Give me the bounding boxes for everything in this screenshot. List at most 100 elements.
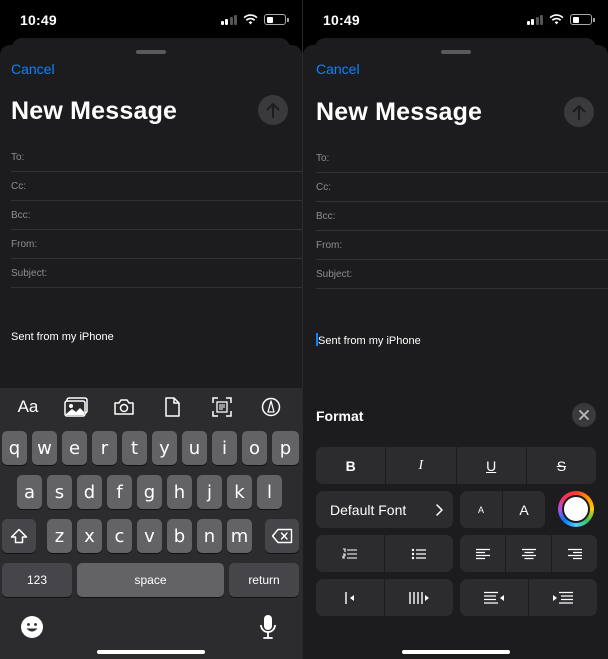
key-q[interactable]: q xyxy=(2,431,27,465)
numbered-list-button[interactable] xyxy=(316,535,385,572)
message-body[interactable]: Sent from my iPhone xyxy=(316,333,421,347)
key-x[interactable]: x xyxy=(77,519,102,553)
key-d[interactable]: d xyxy=(77,475,102,509)
backspace-icon xyxy=(271,528,293,544)
arrow-up-icon xyxy=(572,105,586,120)
message-body[interactable]: Sent from my iPhone xyxy=(11,331,114,343)
outdent-button[interactable] xyxy=(460,579,529,616)
key-n[interactable]: n xyxy=(197,519,222,553)
photo-library-button[interactable] xyxy=(62,395,90,419)
camera-button[interactable] xyxy=(110,395,138,419)
document-button[interactable] xyxy=(158,395,186,419)
send-button[interactable] xyxy=(564,97,594,127)
right-screen: 10:49 Cancel New Message To: Cc: Bcc: Fr… xyxy=(303,0,608,659)
strikethrough-button[interactable]: S xyxy=(527,447,596,484)
text-format-button[interactable]: Aa xyxy=(14,395,42,419)
key-i[interactable]: i xyxy=(212,431,237,465)
key-u[interactable]: u xyxy=(182,431,207,465)
key-r[interactable]: r xyxy=(92,431,117,465)
subject-field[interactable]: Subject: xyxy=(11,259,302,288)
decrease-font-size-button[interactable]: A xyxy=(460,491,503,528)
from-field[interactable]: From: xyxy=(11,230,302,259)
send-button[interactable] xyxy=(258,95,288,125)
increase-font-size-button[interactable]: A xyxy=(503,491,545,528)
status-time: 10:49 xyxy=(20,12,57,28)
from-field[interactable]: From: xyxy=(316,231,608,260)
bold-button[interactable]: B xyxy=(316,447,387,484)
emoji-icon xyxy=(21,616,43,638)
to-field[interactable]: To: xyxy=(316,144,608,173)
close-format-button[interactable] xyxy=(572,403,596,427)
underline-button[interactable]: U xyxy=(457,447,527,484)
key-l[interactable]: l xyxy=(257,475,282,509)
key-p[interactable]: p xyxy=(272,431,299,465)
close-icon xyxy=(579,410,589,420)
outdent-icon xyxy=(484,591,504,604)
key-h[interactable]: h xyxy=(167,475,192,509)
key-g[interactable]: g xyxy=(137,475,162,509)
key-row-2: a s d f g h j k l xyxy=(0,475,302,509)
sheet-grabber[interactable] xyxy=(440,50,471,54)
cc-field[interactable]: Cc: xyxy=(11,172,302,201)
emoji-button[interactable] xyxy=(20,615,44,644)
page-title: New Message xyxy=(11,97,178,125)
home-indicator[interactable] xyxy=(97,650,205,654)
sheet-grabber[interactable] xyxy=(136,50,166,54)
status-bar: 10:49 xyxy=(0,0,302,40)
key-o[interactable]: o xyxy=(242,431,267,465)
key-a[interactable]: a xyxy=(17,475,42,509)
to-field[interactable]: To: xyxy=(11,143,302,172)
microphone-icon xyxy=(260,615,276,639)
indent-icon xyxy=(553,591,573,604)
cc-field[interactable]: Cc: xyxy=(316,173,608,202)
shift-key[interactable] xyxy=(2,519,36,553)
key-y[interactable]: y xyxy=(152,431,177,465)
battery-icon xyxy=(264,14,289,25)
align-left-icon xyxy=(475,548,490,559)
key-t[interactable]: t xyxy=(122,431,147,465)
cancel-button[interactable]: Cancel xyxy=(11,61,55,77)
bulleted-list-button[interactable] xyxy=(385,535,453,572)
scan-document-button[interactable] xyxy=(208,395,236,419)
numbers-key[interactable]: 123 xyxy=(2,563,72,597)
delete-key[interactable] xyxy=(265,519,299,553)
return-key[interactable]: return xyxy=(229,563,299,597)
bcc-field[interactable]: Bcc: xyxy=(11,201,302,230)
decrease-quote-level-button[interactable] xyxy=(316,579,385,616)
key-f[interactable]: f xyxy=(107,475,132,509)
key-s[interactable]: s xyxy=(47,475,72,509)
key-w[interactable]: w xyxy=(32,431,57,465)
align-left-button[interactable] xyxy=(460,535,506,572)
key-k[interactable]: k xyxy=(227,475,252,509)
text-color-button[interactable] xyxy=(558,491,594,527)
key-c[interactable]: c xyxy=(107,519,132,553)
italic-button[interactable]: I xyxy=(386,447,457,484)
indent-segment xyxy=(460,579,597,616)
key-z[interactable]: z xyxy=(47,519,72,553)
status-icons xyxy=(526,14,595,25)
subject-field[interactable]: Subject: xyxy=(316,260,608,289)
align-right-icon xyxy=(567,548,582,559)
font-picker-label: Default Font xyxy=(330,501,407,518)
key-e[interactable]: e xyxy=(62,431,87,465)
space-key[interactable]: space xyxy=(77,563,224,597)
home-indicator[interactable] xyxy=(401,650,510,654)
bcc-field[interactable]: Bcc: xyxy=(316,202,608,231)
format-panel: Format B I U S Default Font A A xyxy=(303,389,608,659)
align-right-button[interactable] xyxy=(552,535,597,572)
key-m[interactable]: m xyxy=(227,519,252,553)
shift-icon xyxy=(10,528,28,544)
font-picker-button[interactable]: Default Font xyxy=(316,491,453,528)
align-center-button[interactable] xyxy=(506,535,552,572)
dictation-button[interactable] xyxy=(259,614,277,645)
markup-button[interactable] xyxy=(257,395,285,419)
text-style-segment: B I U S xyxy=(316,447,596,484)
increase-quote-icon xyxy=(409,591,429,604)
indent-button[interactable] xyxy=(529,579,597,616)
key-j[interactable]: j xyxy=(197,475,222,509)
wifi-icon xyxy=(243,14,258,25)
key-b[interactable]: b xyxy=(167,519,192,553)
key-v[interactable]: v xyxy=(137,519,162,553)
cancel-button[interactable]: Cancel xyxy=(316,61,360,77)
increase-quote-level-button[interactable] xyxy=(385,579,453,616)
